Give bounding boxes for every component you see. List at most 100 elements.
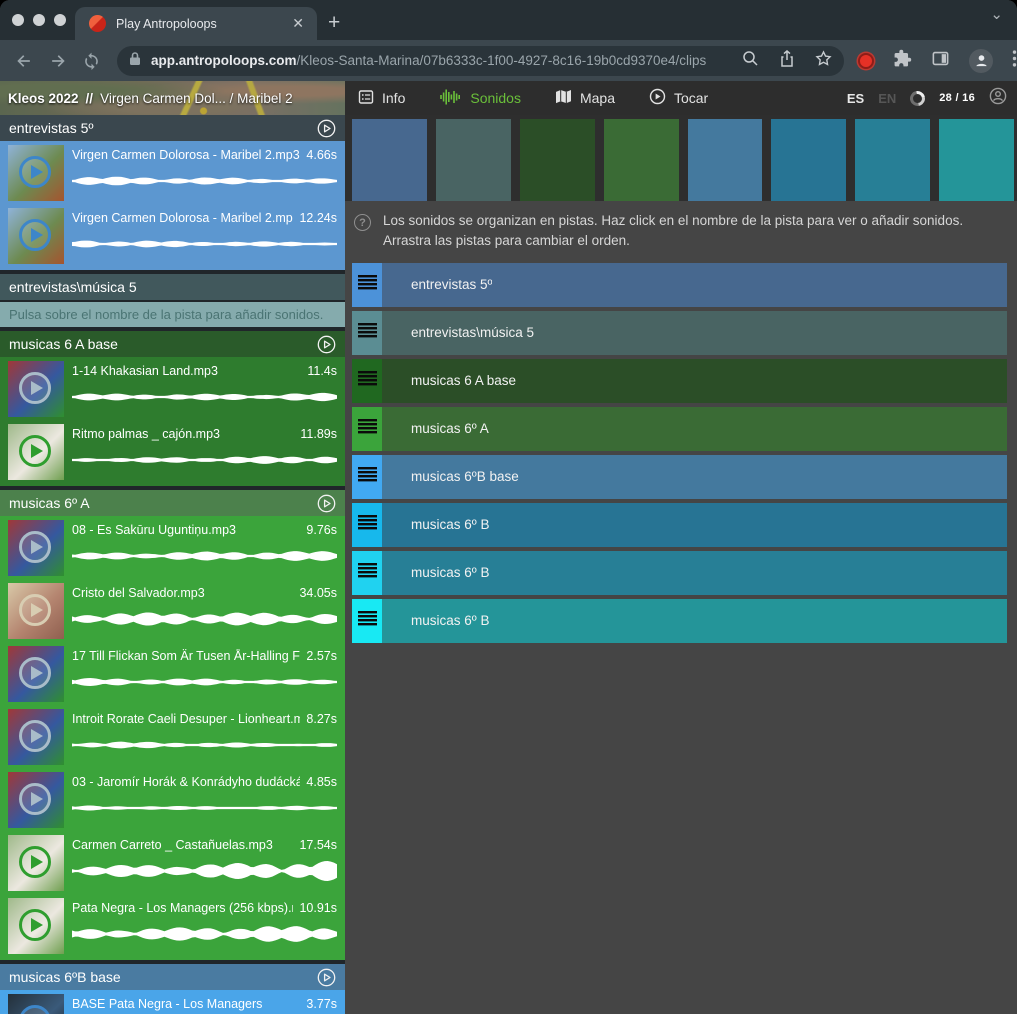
section-header[interactable]: musicas 6 A base — [0, 331, 345, 357]
lang-es-button[interactable]: ES — [847, 91, 864, 106]
clip-name[interactable]: Pata Negra - Los Managers (256 kbps).mp3 — [72, 901, 293, 915]
zoom-page-icon[interactable] — [742, 50, 759, 72]
track-name[interactable]: musicas 6º B — [382, 517, 489, 532]
clip-item[interactable]: 17 Till Flickan Som Är Tusen År-Halling … — [0, 643, 345, 706]
clip-item[interactable]: Ritmo palmas _ cajón.mp311.89s — [0, 421, 345, 484]
track-name[interactable]: entrevistas 5º — [382, 277, 492, 292]
clip-play-button[interactable] — [19, 594, 51, 626]
clip-item[interactable]: 1-14 Khakasian Land.mp311.4s — [0, 358, 345, 421]
clip-play-button[interactable] — [19, 435, 51, 467]
clip-name[interactable]: Virgen Carmen Dolorosa - Maribel 2.mp3 — [72, 148, 300, 162]
section-header[interactable]: musicas 6º A — [0, 490, 345, 516]
clip-item[interactable]: BASE Pata Negra - Los Managers3.77s — [0, 991, 345, 1014]
clip-play-button[interactable] — [19, 720, 51, 752]
track-row[interactable]: musicas 6ºB base — [352, 455, 1007, 499]
track-drag-handle[interactable] — [352, 407, 382, 451]
clip-play-button[interactable] — [19, 1005, 51, 1014]
clip-name[interactable]: Ritmo palmas _ cajón.mp3 — [72, 427, 294, 441]
section-header[interactable]: entrevistas 5º — [0, 115, 345, 141]
track-name[interactable]: musicas 6ºB base — [382, 469, 519, 484]
section-play-button[interactable] — [317, 119, 336, 138]
address-bar[interactable]: app.antropoloops.com/Kleos-Santa-Marina/… — [117, 46, 844, 76]
tab-close-icon[interactable]: ✕ — [289, 15, 307, 32]
track-drag-handle[interactable] — [352, 503, 382, 547]
track-drag-handle[interactable] — [352, 311, 382, 355]
clip-item[interactable]: Cristo del Salvador.mp334.05s — [0, 580, 345, 643]
track-row[interactable]: entrevistas 5º — [352, 263, 1007, 307]
back-button[interactable] — [14, 51, 34, 71]
profile-avatar[interactable] — [969, 49, 993, 73]
reload-button[interactable] — [82, 51, 101, 70]
clip-name[interactable]: 17 Till Flickan Som Är Tusen År-Halling … — [72, 649, 300, 663]
clip-play-button[interactable] — [19, 156, 51, 188]
bookmark-star-icon[interactable] — [815, 50, 832, 72]
track-row[interactable]: entrevistas\música 5 — [352, 311, 1007, 355]
clip-item[interactable]: Pata Negra - Los Managers (256 kbps).mp3… — [0, 895, 345, 958]
track-drag-handle[interactable] — [352, 263, 382, 307]
track-drag-handle[interactable] — [352, 359, 382, 403]
track-drag-handle[interactable] — [352, 455, 382, 499]
new-tab-button[interactable]: + — [328, 9, 340, 37]
clip-item[interactable]: Virgen Carmen Dolorosa - Maribel 2.mp312… — [0, 205, 345, 268]
close-window-button[interactable] — [12, 14, 24, 26]
clip-play-button[interactable] — [19, 219, 51, 251]
app-tab-tocar[interactable]: Tocar — [649, 88, 708, 108]
track-name[interactable]: entrevistas\música 5 — [382, 325, 534, 340]
track-row[interactable]: musicas 6º A — [352, 407, 1007, 451]
record-indicator-icon[interactable] — [858, 53, 874, 69]
clip-play-button[interactable] — [19, 846, 51, 878]
lang-en-button[interactable]: EN — [878, 91, 896, 106]
clip-play-button[interactable] — [19, 531, 51, 563]
account-icon[interactable] — [989, 87, 1007, 110]
clip-name[interactable]: Cristo del Salvador.mp3 — [72, 586, 293, 600]
clip-item[interactable]: Introit Rorate Caeli Desuper - Lionheart… — [0, 706, 345, 769]
clip-item[interactable]: Carmen Carreto _ Castañuelas.mp317.54s — [0, 832, 345, 895]
browser-menu-icon[interactable] — [1012, 50, 1017, 72]
track-name[interactable]: musicas 6º B — [382, 613, 489, 628]
clip-play-button[interactable] — [19, 909, 51, 941]
main-content: entrevistas 5ºVirgen Carmen Dolorosa - M… — [0, 115, 1017, 1014]
clip-name[interactable]: 1-14 Khakasian Land.mp3 — [72, 364, 301, 378]
breadcrumb-path[interactable]: Virgen Carmen Dol... / Maribel 2 — [100, 91, 293, 106]
breadcrumb-project[interactable]: Kleos 2022 — [8, 91, 79, 106]
track-drag-handle[interactable] — [352, 551, 382, 595]
minimize-window-button[interactable] — [33, 14, 45, 26]
clip-play-button[interactable] — [19, 657, 51, 689]
clip-name[interactable]: 08 - Es Sakūru Uguntiņu.mp3 — [72, 523, 300, 537]
clip-name[interactable]: Introit Rorate Caeli Desuper - Lionheart… — [72, 712, 300, 726]
zoom-window-button[interactable] — [54, 14, 66, 26]
side-panel-icon[interactable] — [931, 49, 950, 73]
track-row[interactable]: musicas 6 A base — [352, 359, 1007, 403]
clip-name[interactable]: Carmen Carreto _ Castañuelas.mp3 — [72, 838, 293, 852]
browser-tab[interactable]: Play Antropoloops ✕ — [75, 7, 317, 40]
clip-item[interactable]: 03 - Jaromír Horák & Konrádyho dudácká .… — [0, 769, 345, 832]
clip-name[interactable]: BASE Pata Negra - Los Managers — [72, 997, 300, 1011]
clip-play-button[interactable] — [19, 372, 51, 404]
track-name[interactable]: musicas 6 A base — [382, 373, 516, 388]
extensions-puzzle-icon[interactable] — [893, 49, 912, 73]
track-drag-handle[interactable] — [352, 599, 382, 643]
clip-name[interactable]: 03 - Jaromír Horák & Konrádyho dudácká .… — [72, 775, 300, 789]
clip-item[interactable]: Virgen Carmen Dolorosa - Maribel 2.mp34.… — [0, 142, 345, 205]
track-name[interactable]: musicas 6º B — [382, 565, 489, 580]
clip-item[interactable]: 08 - Es Sakūru Uguntiņu.mp39.76s — [0, 517, 345, 580]
section-play-button[interactable] — [317, 494, 336, 513]
app-tab-info[interactable]: Info — [358, 89, 405, 108]
share-icon[interactable] — [779, 50, 795, 72]
window-controls[interactable] — [12, 14, 66, 26]
clip-name[interactable]: Virgen Carmen Dolorosa - Maribel 2.mp3 — [72, 211, 293, 225]
section-header[interactable]: entrevistas\música 5 — [0, 274, 345, 300]
app-tab-mapa[interactable]: Mapa — [555, 89, 615, 107]
track-row[interactable]: musicas 6º B — [352, 503, 1007, 547]
tab-search-chevron-icon[interactable]: ⌄ — [990, 5, 1003, 23]
track-row[interactable]: musicas 6º B — [352, 551, 1007, 595]
section-play-button[interactable] — [317, 335, 336, 354]
forward-button[interactable] — [48, 51, 68, 71]
section-header[interactable]: musicas 6ºB base — [0, 964, 345, 990]
section-clips: BASE Pata Negra - Los Managers3.77s — [0, 990, 345, 1014]
app-tab-sonidos[interactable]: Sonidos — [439, 89, 521, 108]
section-play-button[interactable] — [317, 968, 336, 987]
clip-play-button[interactable] — [19, 783, 51, 815]
track-name[interactable]: musicas 6º A — [382, 421, 489, 436]
track-row[interactable]: musicas 6º B — [352, 599, 1007, 643]
